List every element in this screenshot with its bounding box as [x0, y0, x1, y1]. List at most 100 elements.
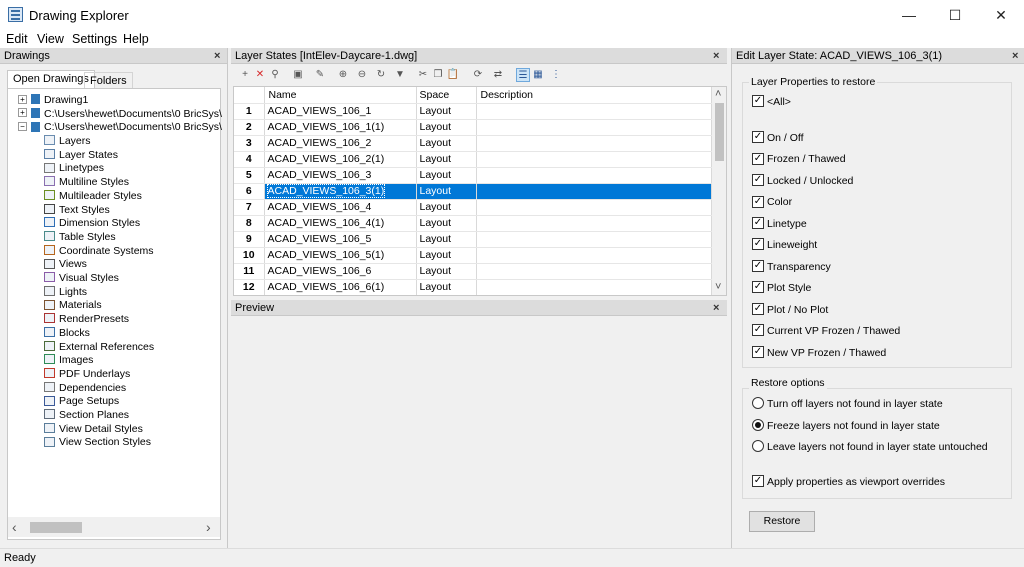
minimize-button[interactable]: —	[886, 0, 932, 30]
layer-state-description-cell[interactable]	[476, 231, 712, 248]
horizontal-scrollbar[interactable]: ‹ ›	[8, 517, 220, 537]
layer-state-description-cell[interactable]	[476, 167, 712, 184]
scroll-right-icon[interactable]: ›	[206, 519, 211, 535]
close-button[interactable]: ✕	[978, 0, 1024, 30]
table-row[interactable]: 8 ACAD_VIEWS_106_4(1) Layout	[234, 215, 712, 232]
scroll-up-icon[interactable]: ˄	[715, 88, 721, 100]
refresh-icon[interactable]: ⟳	[471, 68, 485, 82]
checkbox-icon[interactable]: ✓	[752, 259, 764, 272]
scroll-left-icon[interactable]: ‹	[12, 519, 17, 535]
checkbox-icon[interactable]: ✓	[752, 131, 764, 144]
layer-state-space-cell[interactable]: Layout	[416, 279, 477, 295]
table-row[interactable]: 2 ACAD_VIEWS_106_1(1) Layout	[234, 119, 712, 136]
checkbox-icon[interactable]: ✓	[752, 195, 764, 208]
delete-icon[interactable]: ✕	[253, 68, 267, 82]
layer-state-space-cell[interactable]: Layout	[416, 215, 477, 232]
property-checkbox[interactable]: ✓ Linetype	[752, 217, 807, 233]
layer-state-space-cell[interactable]: Layout	[416, 199, 477, 216]
property-checkbox[interactable]: ✓ Plot Style	[752, 281, 811, 297]
paste-icon[interactable]: 📋	[446, 68, 460, 82]
table-row[interactable]: 9 ACAD_VIEWS_106_5 Layout	[234, 231, 712, 248]
table-row[interactable]: 10 ACAD_VIEWS_106_5(1) Layout	[234, 247, 712, 264]
tree-item-dimension-styles[interactable]: Dimension Styles	[44, 217, 140, 231]
edit-panel-close-icon[interactable]: ×	[1012, 48, 1018, 64]
table-row[interactable]: 12 ACAD_VIEWS_106_6(1) Layout	[234, 279, 712, 295]
remove-layer-icon[interactable]: ⊖	[355, 68, 369, 82]
table-row[interactable]: 6 ACAD_VIEWS_106_3(1) Layout	[234, 183, 712, 200]
property-checkbox[interactable]: ✓ Frozen / Thawed	[752, 152, 846, 168]
vertical-scroll-thumb[interactable]	[715, 103, 724, 161]
table-row[interactable]: 5 ACAD_VIEWS_106_3 Layout	[234, 167, 712, 184]
checkbox-icon[interactable]: ✓	[752, 475, 764, 488]
layer-state-name-cell[interactable]: ACAD_VIEWS_106_6	[264, 263, 417, 280]
radio-icon[interactable]	[752, 418, 764, 431]
property-checkbox[interactable]: ✓ New VP Frozen / Thawed	[752, 345, 886, 362]
scroll-down-icon[interactable]: ˅	[715, 281, 721, 293]
tree-item-visual-styles[interactable]: Visual Styles	[44, 272, 119, 286]
layer-state-space-cell[interactable]: Layout	[416, 103, 477, 120]
tree-item-linetypes[interactable]: Linetypes	[44, 162, 104, 176]
layer-state-description-cell[interactable]	[476, 247, 712, 264]
restore-button[interactable]: Restore	[749, 511, 815, 532]
tree-item-page-setups[interactable]: Page Setups	[44, 395, 119, 409]
layer-state-name-cell[interactable]: ACAD_VIEWS_106_1(1)	[264, 119, 417, 136]
viewport-overrides-checkbox[interactable]: ✓ Apply properties as viewport overrides	[752, 475, 945, 491]
layer-state-space-cell[interactable]: Layout	[416, 183, 477, 200]
property-checkbox[interactable]: ✓ Lineweight	[752, 238, 817, 254]
tree-drawing-node[interactable]: − C:\Users\hewet\Documents\0 BricSys\	[18, 121, 222, 135]
tree-item-images[interactable]: Images	[44, 354, 93, 368]
restore-icon[interactable]: ↻	[374, 68, 388, 82]
menu-edit[interactable]: Edit	[6, 32, 28, 46]
radio-icon[interactable]	[752, 397, 764, 410]
maximize-button[interactable]: ☐	[932, 0, 978, 30]
tree-item-section-planes[interactable]: Section Planes	[44, 409, 129, 423]
export-icon[interactable]: ✎	[313, 68, 327, 82]
checkbox-icon[interactable]: ✓	[752, 324, 764, 337]
property-checkbox[interactable]: ✓ Plot / No Plot	[752, 302, 828, 319]
tree-item-layer-states[interactable]: Layer States	[44, 149, 118, 163]
layer-state-description-cell[interactable]	[476, 135, 712, 152]
vertical-scrollbar[interactable]: ˄ ˅	[712, 87, 726, 295]
table-row[interactable]: 11 ACAD_VIEWS_106_6 Layout	[234, 263, 712, 280]
tree-item-multiline-styles[interactable]: Multiline Styles	[44, 176, 129, 190]
layer-state-description-cell[interactable]	[476, 215, 712, 232]
restore-option-radio[interactable]: Freeze layers not found in layer state	[752, 418, 940, 435]
property-checkbox[interactable]: ✓ Color	[752, 195, 792, 211]
layer-state-name-cell[interactable]: ACAD_VIEWS_106_3(1)	[264, 183, 417, 200]
layer-state-name-cell[interactable]: ACAD_VIEWS_106_2(1)	[264, 151, 417, 168]
property-checkbox[interactable]: ✓ Current VP Frozen / Thawed	[752, 324, 900, 340]
tree-item-pdf-underlays[interactable]: PDF Underlays	[44, 368, 130, 382]
checkbox-icon[interactable]: ✓	[752, 281, 764, 294]
expander-icon[interactable]: +	[18, 108, 27, 118]
layer-state-description-cell[interactable]	[476, 151, 712, 168]
tree-item-view-section-styles[interactable]: View Section Styles	[44, 436, 151, 450]
table-row[interactable]: 7 ACAD_VIEWS_106_4 Layout	[234, 199, 712, 216]
expander-icon[interactable]: −	[18, 122, 27, 132]
tree-item-blocks[interactable]: Blocks	[44, 327, 90, 341]
checkbox-icon[interactable]: ✓	[752, 238, 764, 251]
menu-view[interactable]: View	[37, 32, 64, 46]
expander-icon[interactable]: +	[18, 94, 27, 104]
preview-close-icon[interactable]: ×	[713, 300, 719, 316]
layer-states-close-icon[interactable]: ×	[713, 48, 719, 64]
layer-state-description-cell[interactable]	[476, 103, 712, 120]
tree-view-icon[interactable]: ⋮	[549, 68, 563, 82]
tree-item-text-styles[interactable]: Text Styles	[44, 204, 110, 218]
layer-state-description-cell[interactable]	[476, 183, 712, 200]
layer-state-name-cell[interactable]: ACAD_VIEWS_106_4(1)	[264, 215, 417, 232]
tree-item-render-presets[interactable]: RenderPresets	[44, 313, 129, 327]
checkbox-icon[interactable]: ✓	[752, 174, 764, 187]
radio-icon[interactable]	[752, 440, 764, 453]
tree-drawing-node[interactable]: + C:\Users\hewet\Documents\0 BricSys\	[18, 108, 222, 122]
tree-item-materials[interactable]: Materials	[44, 299, 102, 313]
layer-state-name-cell[interactable]: ACAD_VIEWS_106_5	[264, 231, 417, 248]
checkbox-icon[interactable]: ✓	[752, 95, 764, 108]
swap-icon[interactable]: ⇄	[491, 68, 505, 82]
table-row[interactable]: 4 ACAD_VIEWS_106_2(1) Layout	[234, 151, 712, 168]
menu-settings[interactable]: Settings	[72, 32, 117, 46]
layer-state-description-cell[interactable]	[476, 279, 712, 295]
table-row[interactable]: 1 ACAD_VIEWS_106_1 Layout	[234, 103, 712, 120]
layer-state-name-cell[interactable]: ACAD_VIEWS_106_1	[264, 103, 417, 120]
tree-item-coordinate-systems[interactable]: Coordinate Systems	[44, 245, 154, 259]
tree-item-multileader-styles[interactable]: Multileader Styles	[44, 190, 142, 204]
